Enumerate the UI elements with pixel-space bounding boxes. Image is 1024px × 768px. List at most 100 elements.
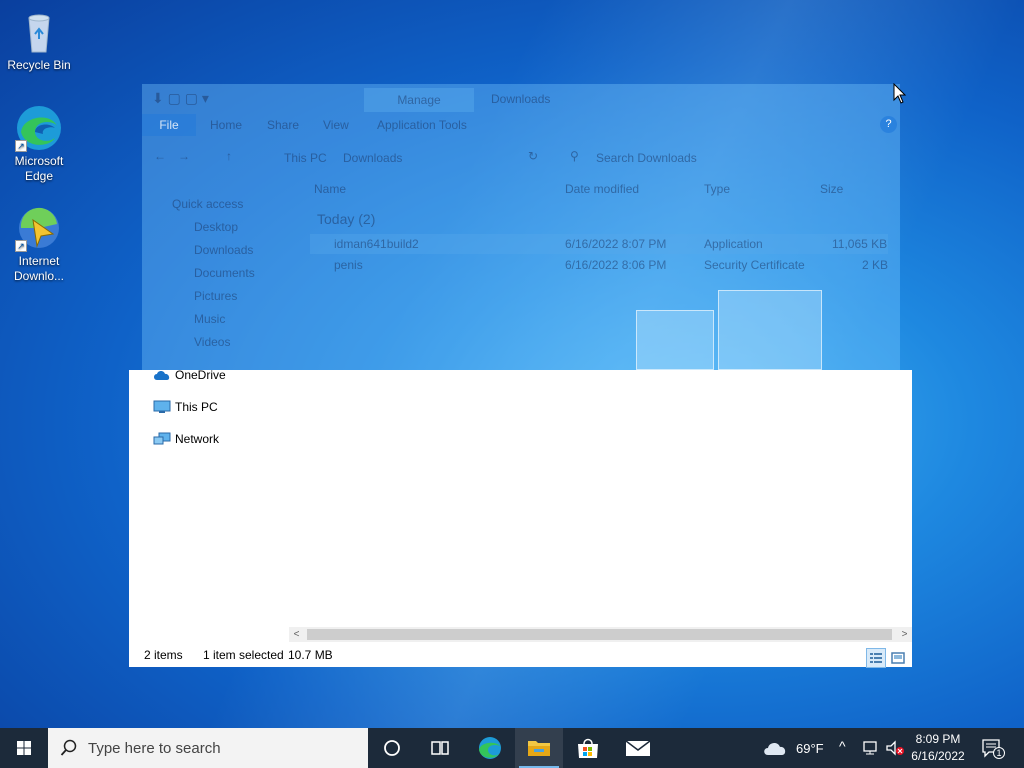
column-date-modified[interactable]: Date modified [565, 182, 639, 196]
nav-desktop[interactable]: Desktop [194, 217, 238, 237]
network-tray-icon[interactable] [862, 740, 880, 756]
file-size: 11,065 KB [832, 237, 888, 251]
column-name[interactable]: Name [314, 182, 346, 196]
column-type[interactable]: Type [704, 182, 730, 196]
large-icons-view-button[interactable] [888, 648, 908, 668]
tab-file[interactable]: File [142, 114, 196, 136]
status-bar: 2 items 1 item selected 10.7 MB [129, 644, 912, 668]
file-type: Security Certificate [704, 258, 805, 272]
volume-muted-icon[interactable] [885, 740, 905, 756]
file-name: penis [334, 258, 363, 272]
notification-count-badge: 1 [993, 747, 1005, 759]
desktop-icon-recycle-bin[interactable]: Recycle Bin [4, 8, 74, 73]
tab-view[interactable]: View [323, 118, 349, 132]
help-icon[interactable]: ? [880, 116, 897, 133]
mouse-cursor-icon [893, 82, 907, 108]
file-date: 6/16/2022 8:06 PM [565, 258, 667, 272]
file-size: 2 KB [862, 258, 889, 272]
context-tab-manage[interactable]: Manage [364, 88, 474, 112]
taskbar-search-placeholder: Type here to search [88, 740, 221, 757]
task-view-icon [431, 741, 449, 755]
scroll-right-icon[interactable]: > [897, 627, 912, 642]
file-row[interactable]: penis 6/16/2022 8:06 PM Security Certifi… [310, 255, 888, 275]
start-button[interactable] [0, 728, 48, 768]
desktop-icon-label: Microsoft Edge [14, 154, 64, 183]
desktop-icon-internet-download-manager[interactable]: ↗ Internet Downlo... [4, 204, 74, 284]
windows-logo-wallpaper [636, 290, 822, 370]
forward-icon[interactable]: → [178, 149, 190, 163]
search-icon [60, 739, 77, 756]
desktop-icon-edge[interactable]: ↗ Microsoft Edge [4, 104, 74, 184]
nav-onedrive[interactable]: OneDrive [153, 365, 226, 385]
explorer-window-ghost: ⬇ ▢ ▢ ▾ Manage Downloads File Home Share… [142, 84, 900, 370]
group-header-today[interactable]: Today (2) [317, 211, 375, 227]
cortana-button[interactable] [368, 728, 416, 768]
address-bar-row: ← → ↑ This PC Downloads ↻ ⚲ Search Downl… [142, 146, 900, 170]
edge-icon: ↗ [15, 104, 63, 152]
back-icon[interactable]: ← [154, 149, 166, 163]
nav-downloads[interactable]: Downloads [194, 240, 253, 260]
scroll-left-icon[interactable]: < [289, 627, 304, 642]
taskbar-file-explorer-button[interactable] [515, 728, 563, 768]
weather-temperature[interactable]: 69°F [796, 741, 824, 756]
nav-pictures[interactable]: Pictures [194, 286, 237, 306]
tab-home[interactable]: Home [210, 118, 242, 132]
details-view-button[interactable] [866, 648, 886, 668]
file-type: Application [704, 237, 763, 251]
nav-documents[interactable]: Documents [194, 263, 255, 283]
idm-icon: ↗ [15, 204, 63, 252]
nav-quick-access[interactable]: Quick access [172, 194, 243, 214]
search-icon: ⚲ [570, 149, 579, 163]
search-downloads-input[interactable]: Search Downloads [596, 151, 697, 165]
status-item-count: 2 items [144, 648, 183, 662]
nav-network[interactable]: Network [153, 429, 219, 449]
recycle-bin-icon [15, 8, 63, 56]
clock[interactable]: 8:09 PM 6/16/2022 [905, 731, 971, 765]
ribbon-tabs: File Home Share View Application Tools ? [142, 114, 900, 136]
horizontal-scrollbar[interactable]: < > [289, 627, 912, 642]
taskbar-search-box[interactable]: Type here to search [48, 728, 368, 768]
nav-onedrive-label: OneDrive [175, 368, 226, 382]
shortcut-arrow-icon: ↗ [15, 140, 27, 152]
status-size: 10.7 MB [288, 648, 333, 662]
desktop-icon-label: Internet Downlo... [13, 254, 65, 283]
explorer-window: OneDrive This PC Network < > 2 items 1 i… [129, 368, 912, 668]
nav-this-pc-label: This PC [175, 400, 218, 414]
desktop-icon-label: Recycle Bin [7, 58, 71, 72]
file-row-selected[interactable]: idman641build2 6/16/2022 8:07 PM Applica… [310, 234, 888, 254]
taskbar-edge-button[interactable] [466, 728, 514, 768]
breadcrumb-downloads[interactable]: Downloads [343, 151, 402, 165]
tab-share[interactable]: Share [267, 118, 299, 132]
breadcrumb-this-pc[interactable]: This PC [284, 151, 327, 165]
chevron-up-icon[interactable]: ^ [839, 738, 846, 754]
action-center-button[interactable]: 1 [980, 736, 1006, 760]
store-icon [578, 738, 598, 758]
task-view-button[interactable] [416, 728, 464, 768]
edge-icon [479, 737, 501, 759]
window-title: Downloads [491, 92, 551, 106]
up-icon[interactable]: ↑ [226, 149, 232, 163]
column-size[interactable]: Size [820, 182, 843, 196]
onedrive-icon [153, 368, 171, 382]
nav-videos[interactable]: Videos [194, 332, 230, 352]
cortana-icon [384, 740, 400, 756]
folder-icon [528, 741, 550, 756]
clock-date: 6/16/2022 [911, 749, 965, 763]
scrollbar-thumb[interactable] [307, 629, 892, 640]
tab-application-tools[interactable]: Application Tools [377, 118, 467, 132]
taskbar-mail-button[interactable] [614, 728, 662, 768]
network-icon [153, 432, 171, 446]
mail-icon [625, 740, 651, 756]
taskbar: Type here to search 69°F ^ 8:09 PM 6/16/… [0, 728, 1024, 768]
file-date: 6/16/2022 8:07 PM [565, 237, 667, 251]
quick-access-toolbar-icon: ⬇ ▢ ▢ ▾ [152, 90, 209, 106]
status-selected: 1 item selected [203, 648, 284, 662]
nav-this-pc[interactable]: This PC [153, 397, 218, 417]
taskbar-store-button[interactable] [564, 728, 612, 768]
nav-network-label: Network [175, 432, 220, 446]
refresh-icon[interactable]: ↻ [528, 149, 538, 163]
nav-music[interactable]: Music [194, 309, 225, 329]
computer-icon [153, 400, 171, 414]
weather-cloud-icon[interactable] [762, 738, 788, 758]
clock-time: 8:09 PM [915, 732, 961, 746]
